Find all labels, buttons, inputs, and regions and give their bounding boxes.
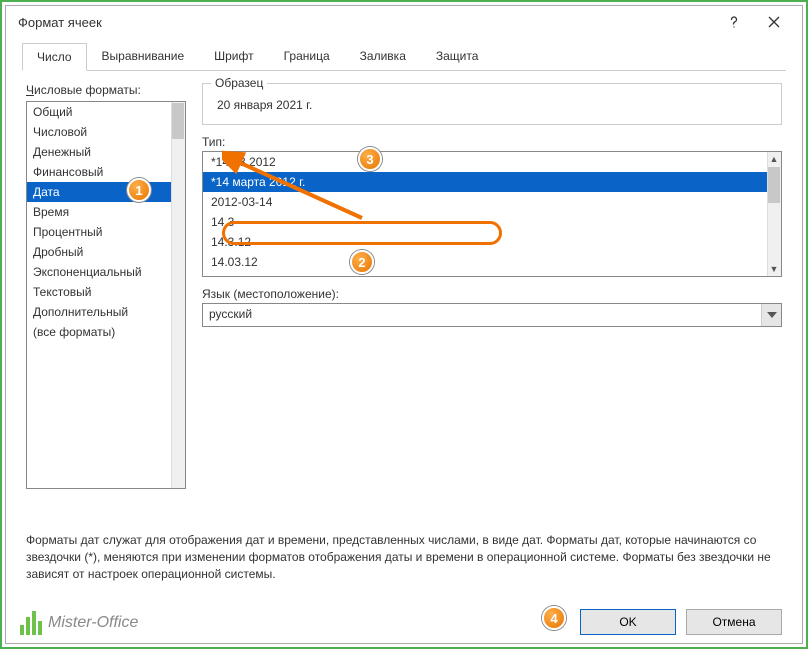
- list-item[interactable]: Дробный: [27, 242, 185, 262]
- scroll-down-icon[interactable]: ▼: [768, 262, 780, 276]
- titlebar: Формат ячеек: [6, 6, 802, 38]
- description-text: Форматы дат служат для отображения дат и…: [26, 532, 782, 583]
- tab-bar: Число Выравнивание Шрифт Граница Заливка…: [22, 42, 786, 71]
- list-item[interactable]: 14 мар: [203, 272, 781, 277]
- watermark-logo: Mister-Office: [20, 611, 138, 635]
- close-button[interactable]: [754, 8, 794, 36]
- tab-alignment[interactable]: Выравнивание: [87, 42, 200, 70]
- sample-label: Образец: [211, 76, 267, 90]
- language-value: русский: [203, 304, 761, 326]
- list-item[interactable]: Общий: [27, 102, 185, 122]
- ok-button[interactable]: OK: [580, 609, 676, 635]
- logo-bars-icon: [20, 611, 42, 635]
- annotation-badge-4: 4: [542, 606, 566, 630]
- cancel-button[interactable]: Отмена: [686, 609, 782, 635]
- scrollbar-thumb[interactable]: [768, 167, 780, 203]
- tab-fill[interactable]: Заливка: [345, 42, 421, 70]
- list-item[interactable]: Дополнительный: [27, 302, 185, 322]
- language-combo[interactable]: русский: [202, 303, 782, 327]
- list-item[interactable]: (все форматы): [27, 322, 185, 342]
- list-item[interactable]: Экспоненциальный: [27, 262, 185, 282]
- scrollbar-thumb[interactable]: [172, 103, 184, 139]
- sample-value: 20 января 2021 г.: [213, 92, 771, 112]
- tab-font[interactable]: Шрифт: [199, 42, 268, 70]
- logo-text: Mister-Office: [48, 614, 138, 632]
- list-item[interactable]: Процентный: [27, 222, 185, 242]
- annotation-badge-1: 1: [127, 178, 151, 202]
- list-item[interactable]: *14.03.2012: [203, 152, 781, 172]
- dropdown-icon[interactable]: [761, 304, 781, 326]
- list-item[interactable]: Время: [27, 202, 185, 222]
- list-item[interactable]: Финансовый: [27, 162, 185, 182]
- sample-group: Образец 20 января 2021 г.: [202, 83, 782, 125]
- type-list[interactable]: *14.03.2012 *14 марта 2012 г. 2012-03-14…: [202, 151, 782, 277]
- tab-border[interactable]: Граница: [269, 42, 345, 70]
- tab-protection[interactable]: Защита: [421, 42, 494, 70]
- list-item[interactable]: 2012-03-14: [203, 192, 781, 212]
- format-category-label: Числовые форматы:: [26, 83, 186, 97]
- annotation-badge-2: 2: [350, 250, 374, 274]
- window-title: Формат ячеек: [14, 15, 714, 30]
- scrollbar[interactable]: ▲ ▼: [767, 152, 781, 276]
- format-category-list[interactable]: Общий Числовой Денежный Финансовый Дата …: [26, 101, 186, 489]
- list-item[interactable]: Текстовый: [27, 282, 185, 302]
- list-item-selected[interactable]: *14 марта 2012 г.: [203, 172, 781, 192]
- type-label: Тип:: [202, 135, 225, 149]
- help-button[interactable]: [714, 8, 754, 36]
- language-label: Язык (местоположение):: [202, 287, 339, 301]
- scroll-up-icon[interactable]: ▲: [768, 152, 780, 166]
- list-item-selected[interactable]: Дата: [27, 182, 185, 202]
- list-item[interactable]: 14.3.12: [203, 232, 781, 252]
- list-item[interactable]: 14.3: [203, 212, 781, 232]
- tab-number[interactable]: Число: [22, 43, 87, 71]
- scrollbar[interactable]: [171, 102, 185, 488]
- list-item[interactable]: Числовой: [27, 122, 185, 142]
- list-item[interactable]: Денежный: [27, 142, 185, 162]
- annotation-badge-3: 3: [358, 147, 382, 171]
- list-item[interactable]: 14.03.12: [203, 252, 781, 272]
